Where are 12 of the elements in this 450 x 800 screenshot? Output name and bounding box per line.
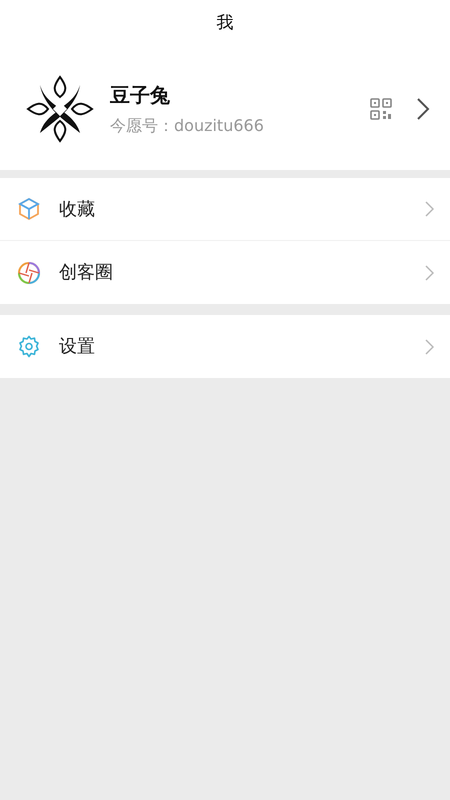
chevron-right-icon [425, 338, 434, 354]
aperture-icon [17, 260, 41, 284]
page-title: 我 [216, 12, 234, 36]
chevron-right-icon[interactable] [416, 97, 430, 121]
cube-icon [17, 197, 41, 221]
chevron-right-icon [425, 264, 434, 280]
avatar-icon [26, 75, 94, 143]
qr-code-icon[interactable] [370, 98, 392, 120]
account-id: 今愿号：douzitu666 [110, 115, 265, 137]
settings-icon [17, 334, 41, 358]
user-name: 豆子兔 [110, 82, 171, 109]
chevron-right-icon [425, 201, 434, 217]
